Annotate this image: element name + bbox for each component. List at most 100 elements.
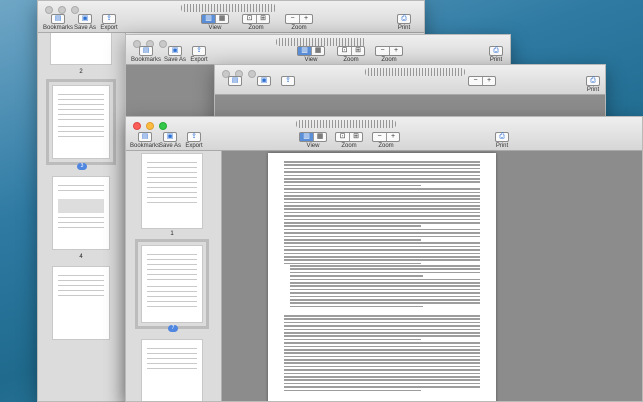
- print-icon: ⎙: [586, 76, 600, 86]
- export-button[interactable]: ⇪ Export: [186, 46, 212, 63]
- zoom-out-icon[interactable]: −: [376, 47, 389, 55]
- minimize-button[interactable]: [146, 122, 154, 130]
- zoom-control-b[interactable]: − + Zoom: [374, 46, 404, 63]
- thumbnail-page[interactable]: [52, 266, 110, 340]
- save-as-label: Save As: [163, 57, 186, 63]
- zoom-in-icon[interactable]: +: [386, 133, 399, 141]
- zoom-window-button[interactable]: [159, 122, 167, 130]
- bookmarks-label: Bookmarks: [129, 143, 160, 149]
- page-number-label: 2: [79, 69, 83, 75]
- zoom-control-b[interactable]: − +: [467, 76, 497, 87]
- close-button[interactable]: [133, 122, 141, 130]
- view-label: View: [306, 143, 320, 149]
- print-label: Print: [495, 143, 509, 149]
- actual-size-icon[interactable]: ⊞: [351, 47, 364, 55]
- actual-size-icon[interactable]: ⊞: [349, 133, 362, 141]
- title-ornament: [181, 4, 276, 12]
- thumbnail-page[interactable]: [141, 153, 203, 229]
- actual-size-icon[interactable]: ⊞: [256, 15, 269, 23]
- bookmarks-button[interactable]: ▤ Bookmarks: [42, 14, 74, 31]
- print-button[interactable]: ⎙ Print: [490, 132, 514, 149]
- bookmark-icon: ▤: [138, 132, 152, 142]
- print-button[interactable]: ⎙ Print: [581, 76, 605, 93]
- export-icon: ⇪: [192, 46, 206, 56]
- two-page-icon[interactable]: ▦: [313, 133, 326, 141]
- bookmark-icon: ▤: [139, 46, 153, 56]
- thumbnail-sidebar[interactable]: 2 3 4: [38, 33, 126, 401]
- window-toolbar: ▤ Bookmarks ▣ Save As ⇪ Export ▥ ▦ View ⊡…: [126, 35, 510, 65]
- export-button[interactable]: ⇪: [275, 76, 301, 87]
- title-ornament: [296, 120, 396, 128]
- export-icon: ⇪: [281, 76, 295, 86]
- zoom-control-b[interactable]: − + Zoom: [371, 132, 401, 149]
- page-number-badge: 7: [168, 325, 178, 332]
- zoom-in-icon[interactable]: +: [389, 47, 402, 55]
- zoom-control-a[interactable]: ⊡ ⊞ Zoom: [241, 14, 271, 31]
- window-controls: [45, 6, 79, 14]
- view-control[interactable]: ▥ ▦ View: [296, 46, 326, 63]
- thumbnail-page-selected[interactable]: [135, 239, 209, 329]
- save-icon: ▣: [168, 46, 182, 56]
- zoom-label: Zoom: [248, 25, 264, 31]
- view-label: View: [208, 25, 222, 31]
- zoom-in-icon[interactable]: +: [299, 15, 312, 23]
- window-toolbar: ▤ Bookmarks ▣ Save As ⇪ Export ▥ ▦ View ⊡…: [38, 1, 424, 33]
- bookmarks-button[interactable]: ▤ Bookmarks: [130, 46, 162, 63]
- zoom-label: Zoom: [343, 57, 359, 63]
- zoom-control-b[interactable]: − + Zoom: [284, 14, 314, 31]
- title-ornament: [276, 38, 366, 46]
- thumbnail-page[interactable]: [52, 176, 110, 250]
- view-control[interactable]: ▥ ▦ View: [298, 132, 328, 149]
- close-button[interactable]: [45, 6, 53, 14]
- view-control[interactable]: ▥ ▦ View: [200, 14, 230, 31]
- export-icon: ⇪: [187, 132, 201, 142]
- zoom-window-button[interactable]: [71, 6, 79, 14]
- single-page-icon[interactable]: ▥: [202, 15, 215, 23]
- page-text-bottom: [284, 315, 480, 393]
- export-label: Export: [190, 57, 208, 63]
- bookmarks-button[interactable]: ▤: [219, 76, 251, 87]
- save-as-button[interactable]: ▣: [251, 76, 277, 87]
- single-page-icon[interactable]: ▥: [300, 133, 313, 141]
- print-label: Print: [489, 57, 503, 63]
- save-as-button[interactable]: ▣ Save As: [72, 14, 98, 31]
- thumbnail-sidebar[interactable]: 1 7: [126, 151, 222, 401]
- zoom-out-icon[interactable]: −: [286, 15, 299, 23]
- window-toolbar: ▤ ▣ ⇪ − + ⎙ Print: [215, 65, 605, 95]
- document-area[interactable]: [222, 151, 642, 401]
- export-button[interactable]: ⇪ Export: [96, 14, 122, 31]
- document-page: [268, 153, 496, 401]
- window-toolbar: ▤ Bookmarks ▣ Save As ⇪ Export ▥ ▦ View ⊡…: [126, 117, 642, 151]
- thumbnail-page[interactable]: [50, 33, 112, 65]
- single-page-icon[interactable]: ▥: [298, 47, 311, 55]
- bookmark-icon: ▤: [51, 14, 65, 24]
- print-label: Print: [397, 25, 411, 31]
- pdf-window-front[interactable]: ▤ Bookmarks ▣ Save As ⇪ Export ▥ ▦ View ⊡…: [125, 116, 643, 402]
- thumbnail-page-selected[interactable]: [46, 79, 116, 165]
- print-button[interactable]: ⎙ Print: [484, 46, 508, 63]
- two-page-icon[interactable]: ▦: [311, 47, 324, 55]
- zoom-out-icon[interactable]: −: [469, 77, 482, 85]
- title-ornament: [365, 68, 465, 76]
- zoom-in-icon[interactable]: +: [482, 77, 495, 85]
- minimize-button[interactable]: [58, 6, 66, 14]
- zoom-control-a[interactable]: ⊡ ⊞ Zoom: [334, 132, 364, 149]
- export-icon: ⇪: [102, 14, 116, 24]
- window-controls: [133, 122, 167, 130]
- thumbnail-page[interactable]: [141, 339, 203, 401]
- print-label: Print: [586, 87, 600, 93]
- two-page-icon[interactable]: ▦: [215, 15, 228, 23]
- export-button[interactable]: ⇪ Export: [181, 132, 207, 149]
- fit-icon[interactable]: ⊡: [338, 47, 351, 55]
- save-icon: ▣: [257, 76, 271, 86]
- zoom-out-icon[interactable]: −: [373, 133, 386, 141]
- zoom-control-a[interactable]: ⊡ ⊞ Zoom: [336, 46, 366, 63]
- fit-icon[interactable]: ⊡: [243, 15, 256, 23]
- desktop: ▤ Bookmarks ▣ Save As ⇪ Export ▥ ▦ View ⊡…: [0, 0, 643, 402]
- save-as-label: Save As: [73, 25, 96, 31]
- print-button[interactable]: ⎙ Print: [392, 14, 416, 31]
- page-number-label: 4: [79, 254, 83, 260]
- save-as-button[interactable]: ▣ Save As: [162, 46, 188, 63]
- save-as-button[interactable]: ▣ Save As: [157, 132, 183, 149]
- fit-icon[interactable]: ⊡: [336, 133, 349, 141]
